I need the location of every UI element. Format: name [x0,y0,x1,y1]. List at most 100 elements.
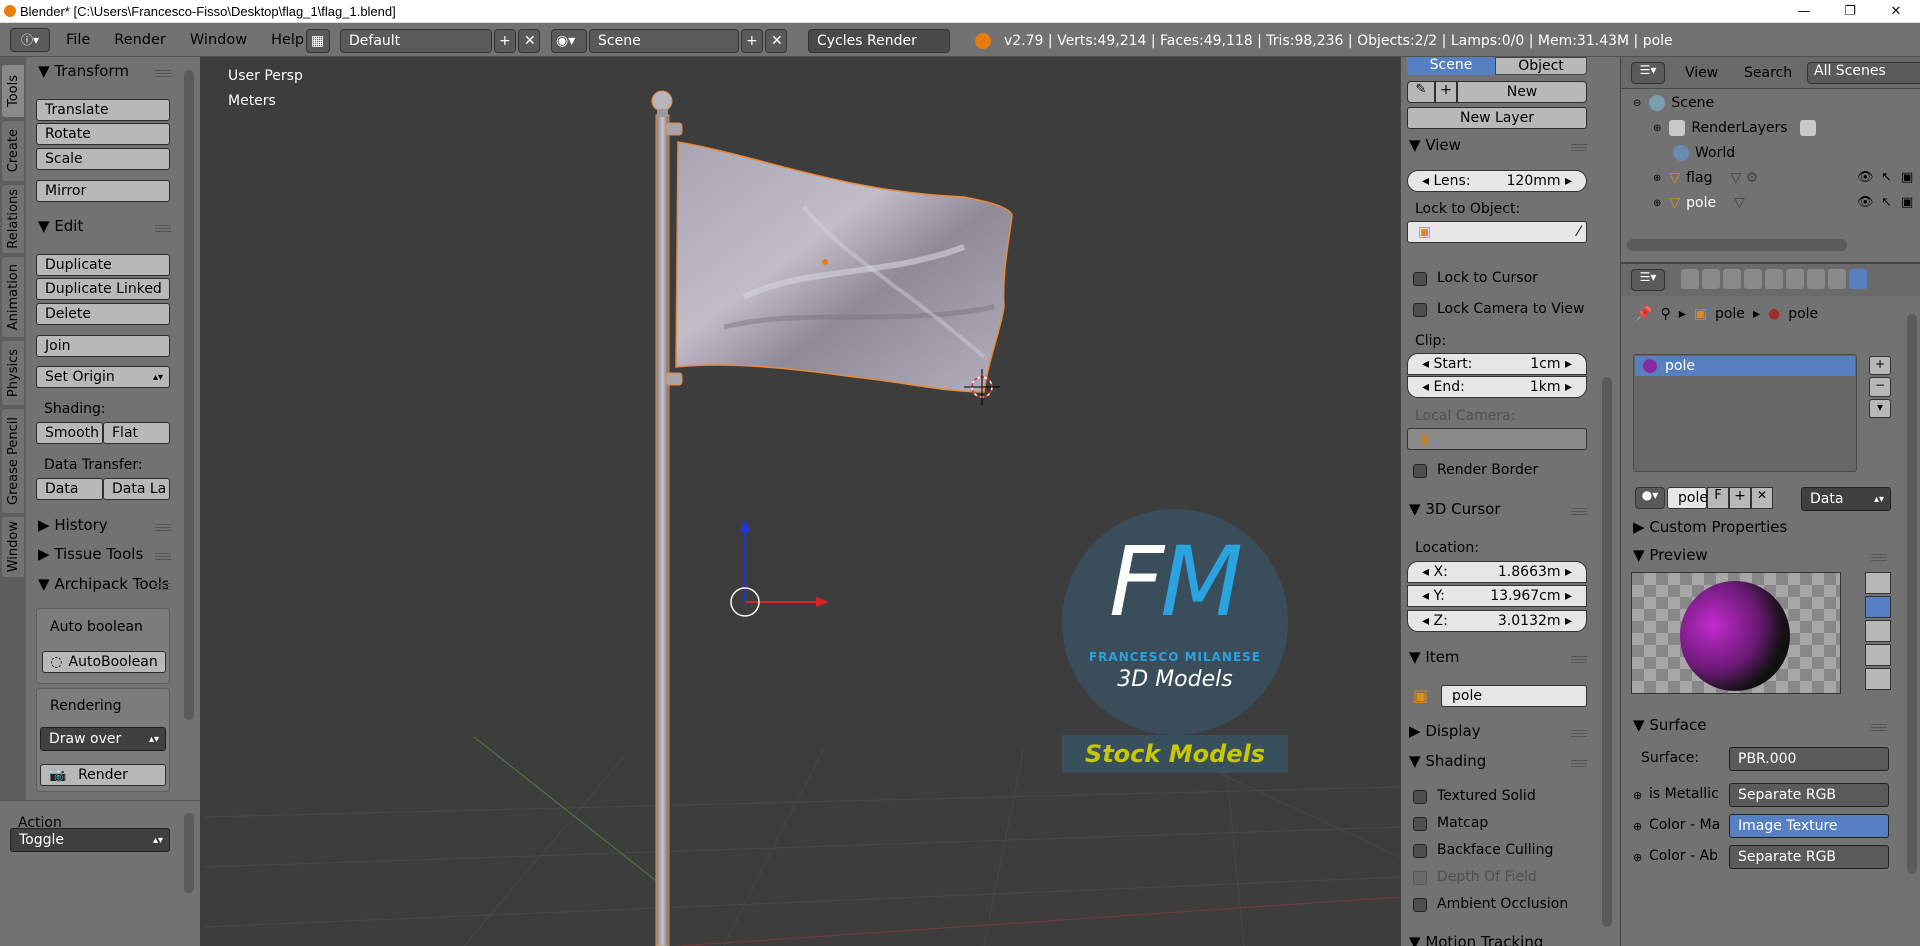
scene-add-icon[interactable]: + [741,29,763,53]
preview-flat-icon[interactable] [1865,572,1891,594]
data-tab-icon[interactable] [1828,269,1846,289]
visibility-eye-icon[interactable]: 👁 [1857,195,1874,210]
lock-cursor-checkbox[interactable] [1413,272,1427,286]
render-camera-icon[interactable]: ▣ [1901,170,1913,185]
view-panel-header[interactable]: ▼ View [1409,136,1461,154]
outliner-world-row[interactable]: World [1673,145,1735,161]
smooth-button[interactable]: Smooth [36,422,103,444]
outliner-type-icon[interactable]: ☰▾ [1631,62,1665,84]
transform-gizmo[interactable] [730,519,829,617]
render-border-checkbox[interactable] [1413,464,1427,478]
color-ab-dropdown[interactable]: Separate RGB [1729,845,1889,869]
display-mode-dropdown[interactable]: All Scenes [1807,62,1920,84]
shading-panel-header[interactable]: ▼ Shading [1409,752,1486,770]
display-panel-header[interactable]: ▶ Display [1409,722,1481,740]
pencil-icon[interactable]: ✎ [1407,81,1435,103]
operator-scrollbar[interactable] [184,813,194,893]
clip-start-field[interactable]: ◂ Start: 1cm ▸ [1407,353,1587,375]
properties-scrollbar[interactable] [1907,314,1917,874]
lock-camera-checkbox[interactable] [1413,303,1427,317]
object-origin[interactable] [822,259,828,265]
is-metallic-dropdown[interactable]: Separate RGB [1729,783,1889,807]
render-button[interactable]: 📷 Render [40,764,166,786]
cursor-x-field[interactable]: ◂ X: 1.8663m ▸ [1407,561,1587,583]
duplicate-linked-button[interactable]: Duplicate Linked [36,278,170,300]
outliner-scrollbar[interactable] [1627,239,1847,251]
material-slot-row[interactable]: pole [1635,356,1855,376]
flat-button[interactable]: Flat [103,422,170,444]
edit-panel-header[interactable]: ▼ Edit [38,217,83,235]
expand-icon[interactable]: ⊕ [1633,789,1642,802]
textured-solid-checkbox[interactable] [1413,790,1427,804]
layout-icon[interactable]: ▦ [306,29,330,53]
motion-tracking-panel-header[interactable]: ▼ Motion Tracking [1409,933,1543,946]
add-slot-icon[interactable]: + [1869,356,1891,376]
tab-window[interactable]: Window [2,517,24,577]
translate-button[interactable]: Translate [36,99,170,121]
add-icon[interactable]: + [1435,81,1457,103]
action-dropdown[interactable]: Toggle ▴▾ [10,828,170,852]
color-ma-dropdown[interactable]: Image Texture [1729,814,1889,838]
duplicate-button[interactable]: Duplicate [36,254,170,276]
preview-monkey-icon[interactable] [1865,644,1891,666]
panel-grip-icon[interactable] [1571,729,1587,737]
layout-remove-icon[interactable]: ✕ [518,29,540,53]
panel-grip-icon[interactable] [155,582,171,590]
link-type-dropdown[interactable]: Data ▴▾ [1801,487,1891,511]
menu-render[interactable]: Render [102,32,178,48]
fake-user-button[interactable]: F [1707,487,1729,509]
render-engine-dropdown[interactable]: Cycles Render [808,29,950,53]
view-properties-scrollbar[interactable] [1602,377,1612,927]
outliner-scene-row[interactable]: ⊖ Scene [1633,95,1714,111]
panel-grip-icon[interactable] [155,69,171,77]
material-browse-icon[interactable]: ●▾ [1635,487,1665,509]
slot-menu-icon[interactable]: ▾ [1869,398,1891,418]
preview-sphere-icon[interactable] [1865,596,1891,618]
outliner-flag-row[interactable]: ⊕ ▽ flag ▽ ⚙ [1653,170,1758,186]
outliner-view-menu[interactable]: View [1685,65,1718,81]
draw-over-dropdown[interactable]: Draw over ▴▾ [40,727,166,751]
menu-file[interactable]: File [54,32,102,48]
editor-type-icon[interactable]: ⓘ▾ [10,27,50,52]
lens-field[interactable]: ◂ Lens: 120mm ▸ [1407,170,1587,192]
flag-mesh[interactable] [675,141,1013,393]
outliner-renderlayers-row[interactable]: ⊕ RenderLayers [1653,120,1822,136]
surface-header[interactable]: ▼ Surface [1633,716,1706,734]
maximize-button[interactable]: ❐ [1827,0,1873,22]
ambient-occlusion-checkbox[interactable] [1413,898,1427,912]
new-button[interactable]: New [1457,81,1587,103]
scene-icon[interactable]: ◉▾ [551,29,587,53]
panel-grip-icon[interactable] [155,224,171,232]
material-tab-icon[interactable] [1849,269,1867,289]
tissue-panel-header[interactable]: ▶ Tissue Tools [38,545,143,563]
backface-culling-checkbox[interactable] [1413,844,1427,858]
3d-viewport[interactable]: User Persp Meters FM FRANCESCO MILANESE … [204,57,1400,946]
panel-grip-icon[interactable] [155,523,171,531]
select-arrow-icon[interactable]: ↖ [1881,195,1892,210]
tab-animation[interactable]: Animation [2,257,24,337]
panel-grip-icon[interactable] [1571,143,1587,151]
unlink-material-icon[interactable]: ✕ [1751,487,1773,509]
3d-cursor-panel-header[interactable]: ▼ 3D Cursor [1409,500,1500,518]
scene-field[interactable]: Scene [589,29,739,53]
outliner-search-menu[interactable]: Search [1744,65,1792,81]
lock-object-field[interactable]: ▣ ⁄ [1407,221,1587,243]
tab-scene[interactable]: Scene [1407,57,1495,75]
eyedropper-icon[interactable]: ⁄ [1578,224,1580,240]
menu-window[interactable]: Window [178,32,259,48]
transform-panel-header[interactable]: ▼ Transform [38,62,129,80]
tab-physics[interactable]: Physics [2,341,24,405]
material-name-field[interactable]: pole [1667,487,1708,509]
scale-button[interactable]: Scale [36,148,170,170]
history-panel-header[interactable]: ▶ History [38,516,108,534]
item-name-field[interactable]: pole [1441,685,1587,707]
visibility-eye-icon[interactable]: 👁 [1857,170,1874,185]
object-tab-icon[interactable] [1765,269,1783,289]
set-origin-dropdown[interactable]: Set Origin ▴▾ [36,366,170,388]
remove-slot-icon[interactable]: − [1869,377,1891,397]
preview-hair-icon[interactable] [1865,668,1891,690]
delete-button[interactable]: Delete [36,303,170,325]
preview-cube-icon[interactable] [1865,620,1891,642]
autoboolean-button[interactable]: ◌ AutoBoolean [42,651,166,673]
data-button[interactable]: Data [36,478,103,500]
